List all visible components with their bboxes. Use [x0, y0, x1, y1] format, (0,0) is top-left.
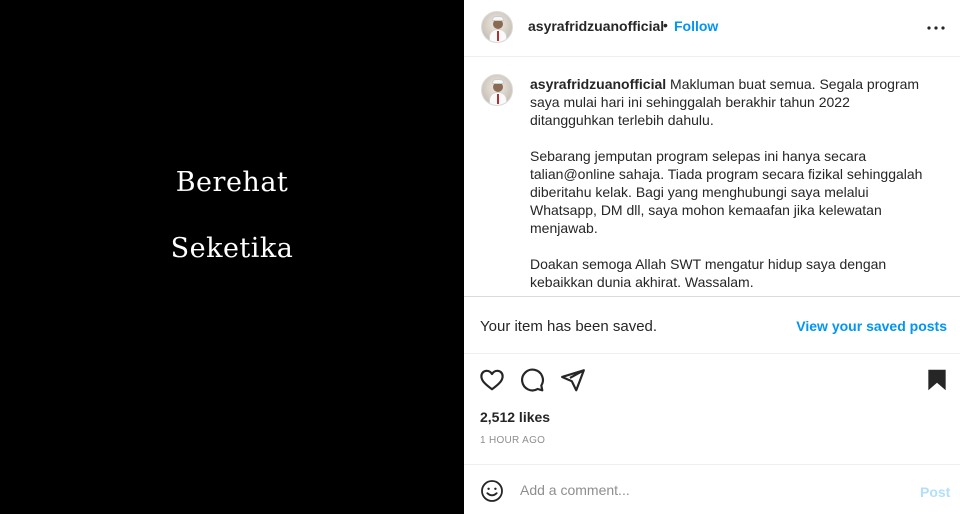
post-timestamp[interactable]: 1 HOUR AGO — [480, 435, 545, 446]
separator-dot: • — [663, 17, 668, 33]
saved-notice: Your item has been saved. View your save… — [464, 296, 960, 354]
author-username[interactable]: asyrafridzuanofficial — [528, 18, 664, 34]
post-comment-button[interactable]: Post — [920, 484, 950, 500]
caption-paragraph-3: Doakan semoga Allah SWT mengatur hidup s… — [530, 256, 887, 290]
saved-notice-text: Your item has been saved. — [480, 318, 658, 335]
post-media[interactable]: Berehat Seketika — [0, 0, 464, 514]
caption-avatar[interactable] — [481, 74, 513, 106]
post-header: asyrafridzuanofficial • Follow — [464, 0, 960, 57]
caption-section: asyrafridzuanofficial Makluman buat semu… — [464, 58, 960, 296]
view-saved-posts-link[interactable]: View your saved posts — [796, 318, 947, 334]
more-horizontal-icon[interactable] — [924, 16, 948, 40]
media-text-line-2: Seketika — [170, 233, 294, 264]
comment-input[interactable] — [520, 479, 900, 501]
action-bar — [464, 354, 960, 406]
likes-count[interactable]: 2,512 likes — [480, 409, 550, 425]
caption-paragraph-2: Sebarang jemputan program selepas ini ha… — [530, 148, 923, 236]
comment-icon[interactable] — [519, 367, 545, 393]
share-icon[interactable] — [560, 367, 586, 393]
author-avatar[interactable] — [481, 11, 513, 43]
caption-username[interactable]: asyrafridzuanofficial — [530, 76, 666, 92]
media-text-line-1: Berehat — [175, 167, 289, 198]
bookmark-filled-icon[interactable] — [924, 367, 950, 393]
caption-text: asyrafridzuanofficial Makluman buat semu… — [530, 75, 930, 296]
post-side-panel: asyrafridzuanofficial • Follow asyrafrid… — [464, 0, 960, 514]
caption-paragraph-1: asyrafridzuanofficial Makluman buat semu… — [530, 75, 930, 129]
comment-bar: Post — [464, 464, 960, 514]
emoji-icon[interactable] — [480, 479, 504, 503]
heart-icon[interactable] — [479, 367, 505, 393]
follow-button[interactable]: Follow — [674, 18, 718, 34]
